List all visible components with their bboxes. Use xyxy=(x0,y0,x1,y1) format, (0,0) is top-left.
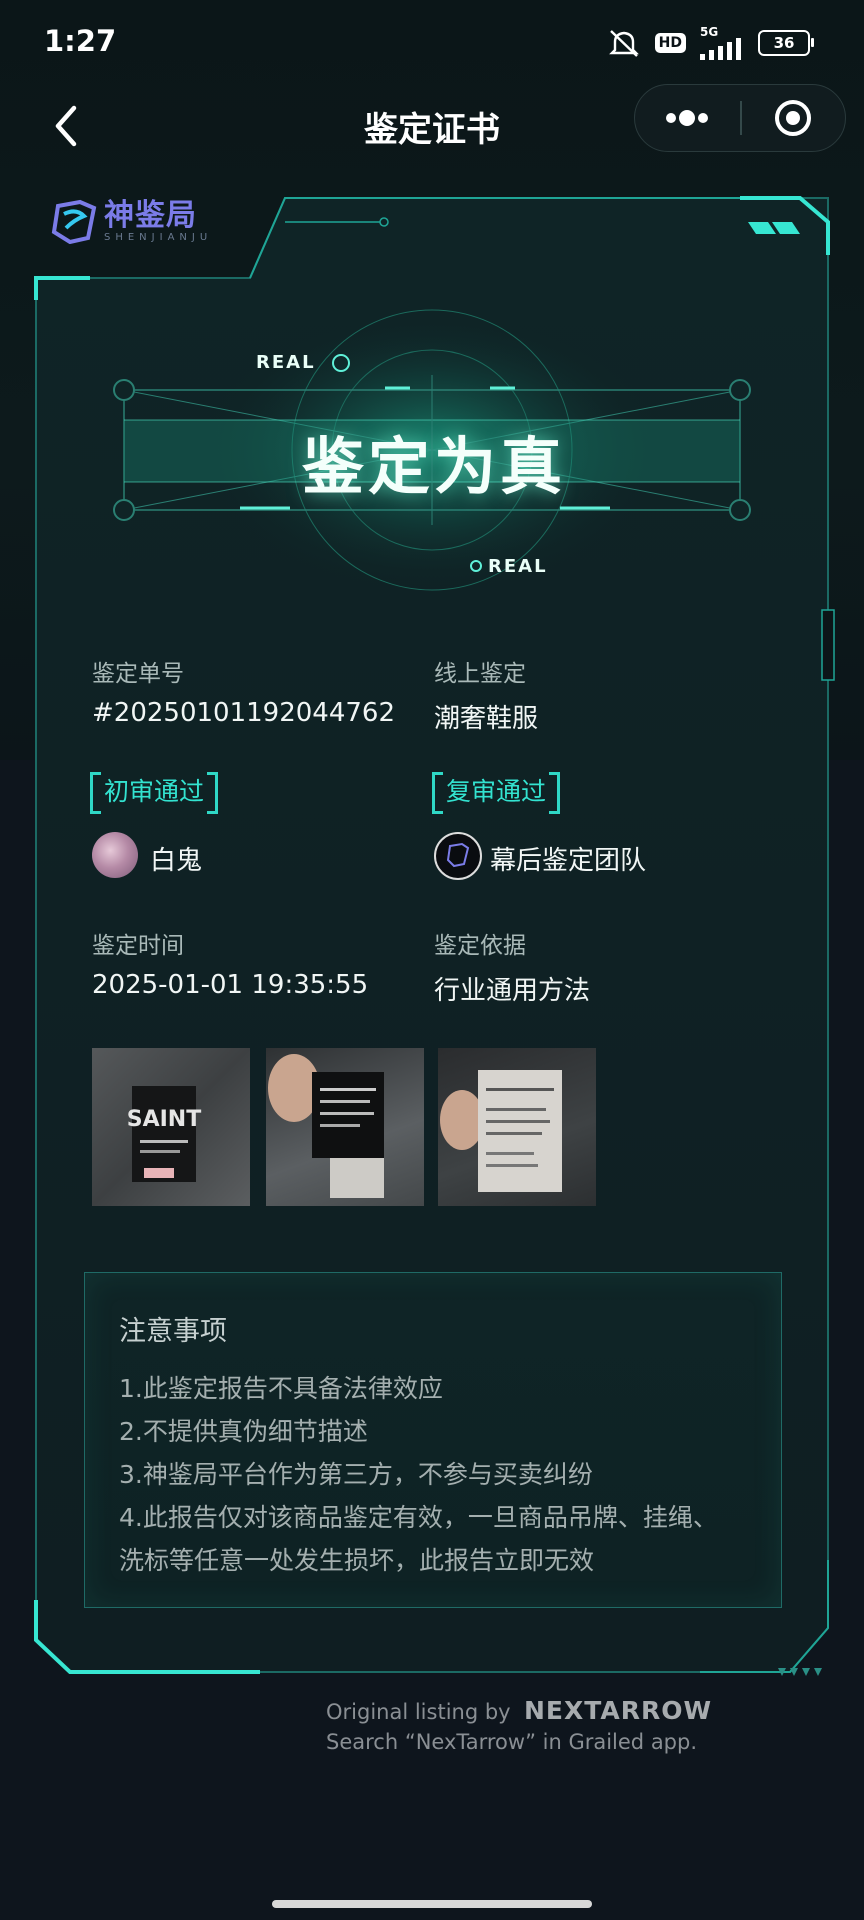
brand-name: 神鉴局 xyxy=(104,197,197,233)
label-photo-1-icon: SAINT xyxy=(127,1086,201,1182)
mini-program-capsule xyxy=(634,84,846,152)
basis-label: 鉴定依据 xyxy=(434,933,526,959)
watermark-search-line: Search “NexTarrow” in Grailed app. xyxy=(326,1730,698,1754)
evidence-photo-1[interactable]: SAINT xyxy=(92,1048,250,1206)
status-time: 1:27 xyxy=(44,24,117,58)
nav-bar: 鉴定证书 xyxy=(0,84,864,172)
real-tag-bottom: REAL xyxy=(488,556,548,577)
capsule-divider xyxy=(740,101,742,135)
signal-bars-icon xyxy=(700,38,741,60)
first-reviewer-avatar xyxy=(92,832,138,878)
mute-bell-icon xyxy=(608,30,639,57)
result-title: 鉴定为真 xyxy=(301,430,566,503)
close-mini-program-button[interactable] xyxy=(743,85,845,151)
result-banner: REAL 鉴定为真 REAL xyxy=(110,340,758,580)
target-close-icon xyxy=(775,100,811,136)
more-button[interactable] xyxy=(635,85,739,151)
status-icons: HD 5G 36 xyxy=(607,26,814,60)
basis-value: 行业通用方法 xyxy=(434,976,591,1006)
first-review-tag: 初审通过 xyxy=(90,772,219,814)
notice-box: 注意事项 1.此鉴定报告不具备法律效应 2.不提供真伪细节描述 3.神鉴局平台作… xyxy=(84,1272,782,1608)
channel-label: 线上鉴定 xyxy=(434,661,526,687)
second-reviewer-name: 幕后鉴定团队 xyxy=(490,846,647,876)
time-value: 2025-01-01 19:35:55 xyxy=(92,970,369,1000)
order-number-value: #20250101192044762 xyxy=(92,698,395,728)
shield-logo-icon xyxy=(51,199,97,244)
label-photo-3-icon xyxy=(440,1070,562,1192)
team-logo-icon xyxy=(446,842,470,868)
evidence-photo-2[interactable] xyxy=(266,1048,424,1206)
notice-line-3: 3.神鉴局平台作为第三方，不参与买卖纠纷 xyxy=(119,1460,593,1489)
watermark-prefix: Original listing by xyxy=(326,1700,511,1724)
signal-indicator: 5G xyxy=(700,26,744,60)
notice-line-5: 洗标等任意一处发生损坏，此报告立即无效 xyxy=(119,1546,595,1575)
status-bar: 1:27 HD 5G 36 xyxy=(0,0,864,84)
order-number-label: 鉴定单号 xyxy=(92,661,184,687)
home-indicator[interactable] xyxy=(272,1900,592,1908)
svg-text:SAINT: SAINT xyxy=(127,1107,201,1132)
notice-line-1: 1.此鉴定报告不具备法律效应 xyxy=(119,1374,443,1403)
time-label: 鉴定时间 xyxy=(92,933,184,959)
network-type: 5G xyxy=(700,25,719,39)
hd-badge: HD xyxy=(654,33,686,53)
battery-level: 36 xyxy=(773,34,795,52)
label-photo-2-icon xyxy=(268,1054,384,1198)
notice-title: 注意事项 xyxy=(119,1316,227,1347)
brand-logo: 神鉴局 SHENJIANJU xyxy=(50,198,212,244)
watermark: Original listing by NEXTARROW Search “Ne… xyxy=(326,1696,712,1757)
more-dots-icon xyxy=(666,110,708,126)
second-review-tag: 复审通过 xyxy=(432,772,561,814)
second-reviewer-avatar xyxy=(434,832,482,880)
notice-line-2: 2.不提供真伪细节描述 xyxy=(119,1417,368,1446)
brand-sub: SHENJIANJU xyxy=(104,231,213,243)
real-tag-top: REAL xyxy=(256,352,316,373)
evidence-photo-3[interactable] xyxy=(438,1048,596,1206)
watermark-brand: NEXTARROW xyxy=(523,1696,713,1725)
notice-line-4: 4.此报告仅对该商品鉴定有效，一旦商品吊牌、挂绳、 xyxy=(119,1503,718,1532)
battery-icon: 36 xyxy=(758,30,814,56)
first-reviewer-name: 白鬼 xyxy=(150,846,203,876)
channel-value: 潮奢鞋服 xyxy=(434,704,539,734)
